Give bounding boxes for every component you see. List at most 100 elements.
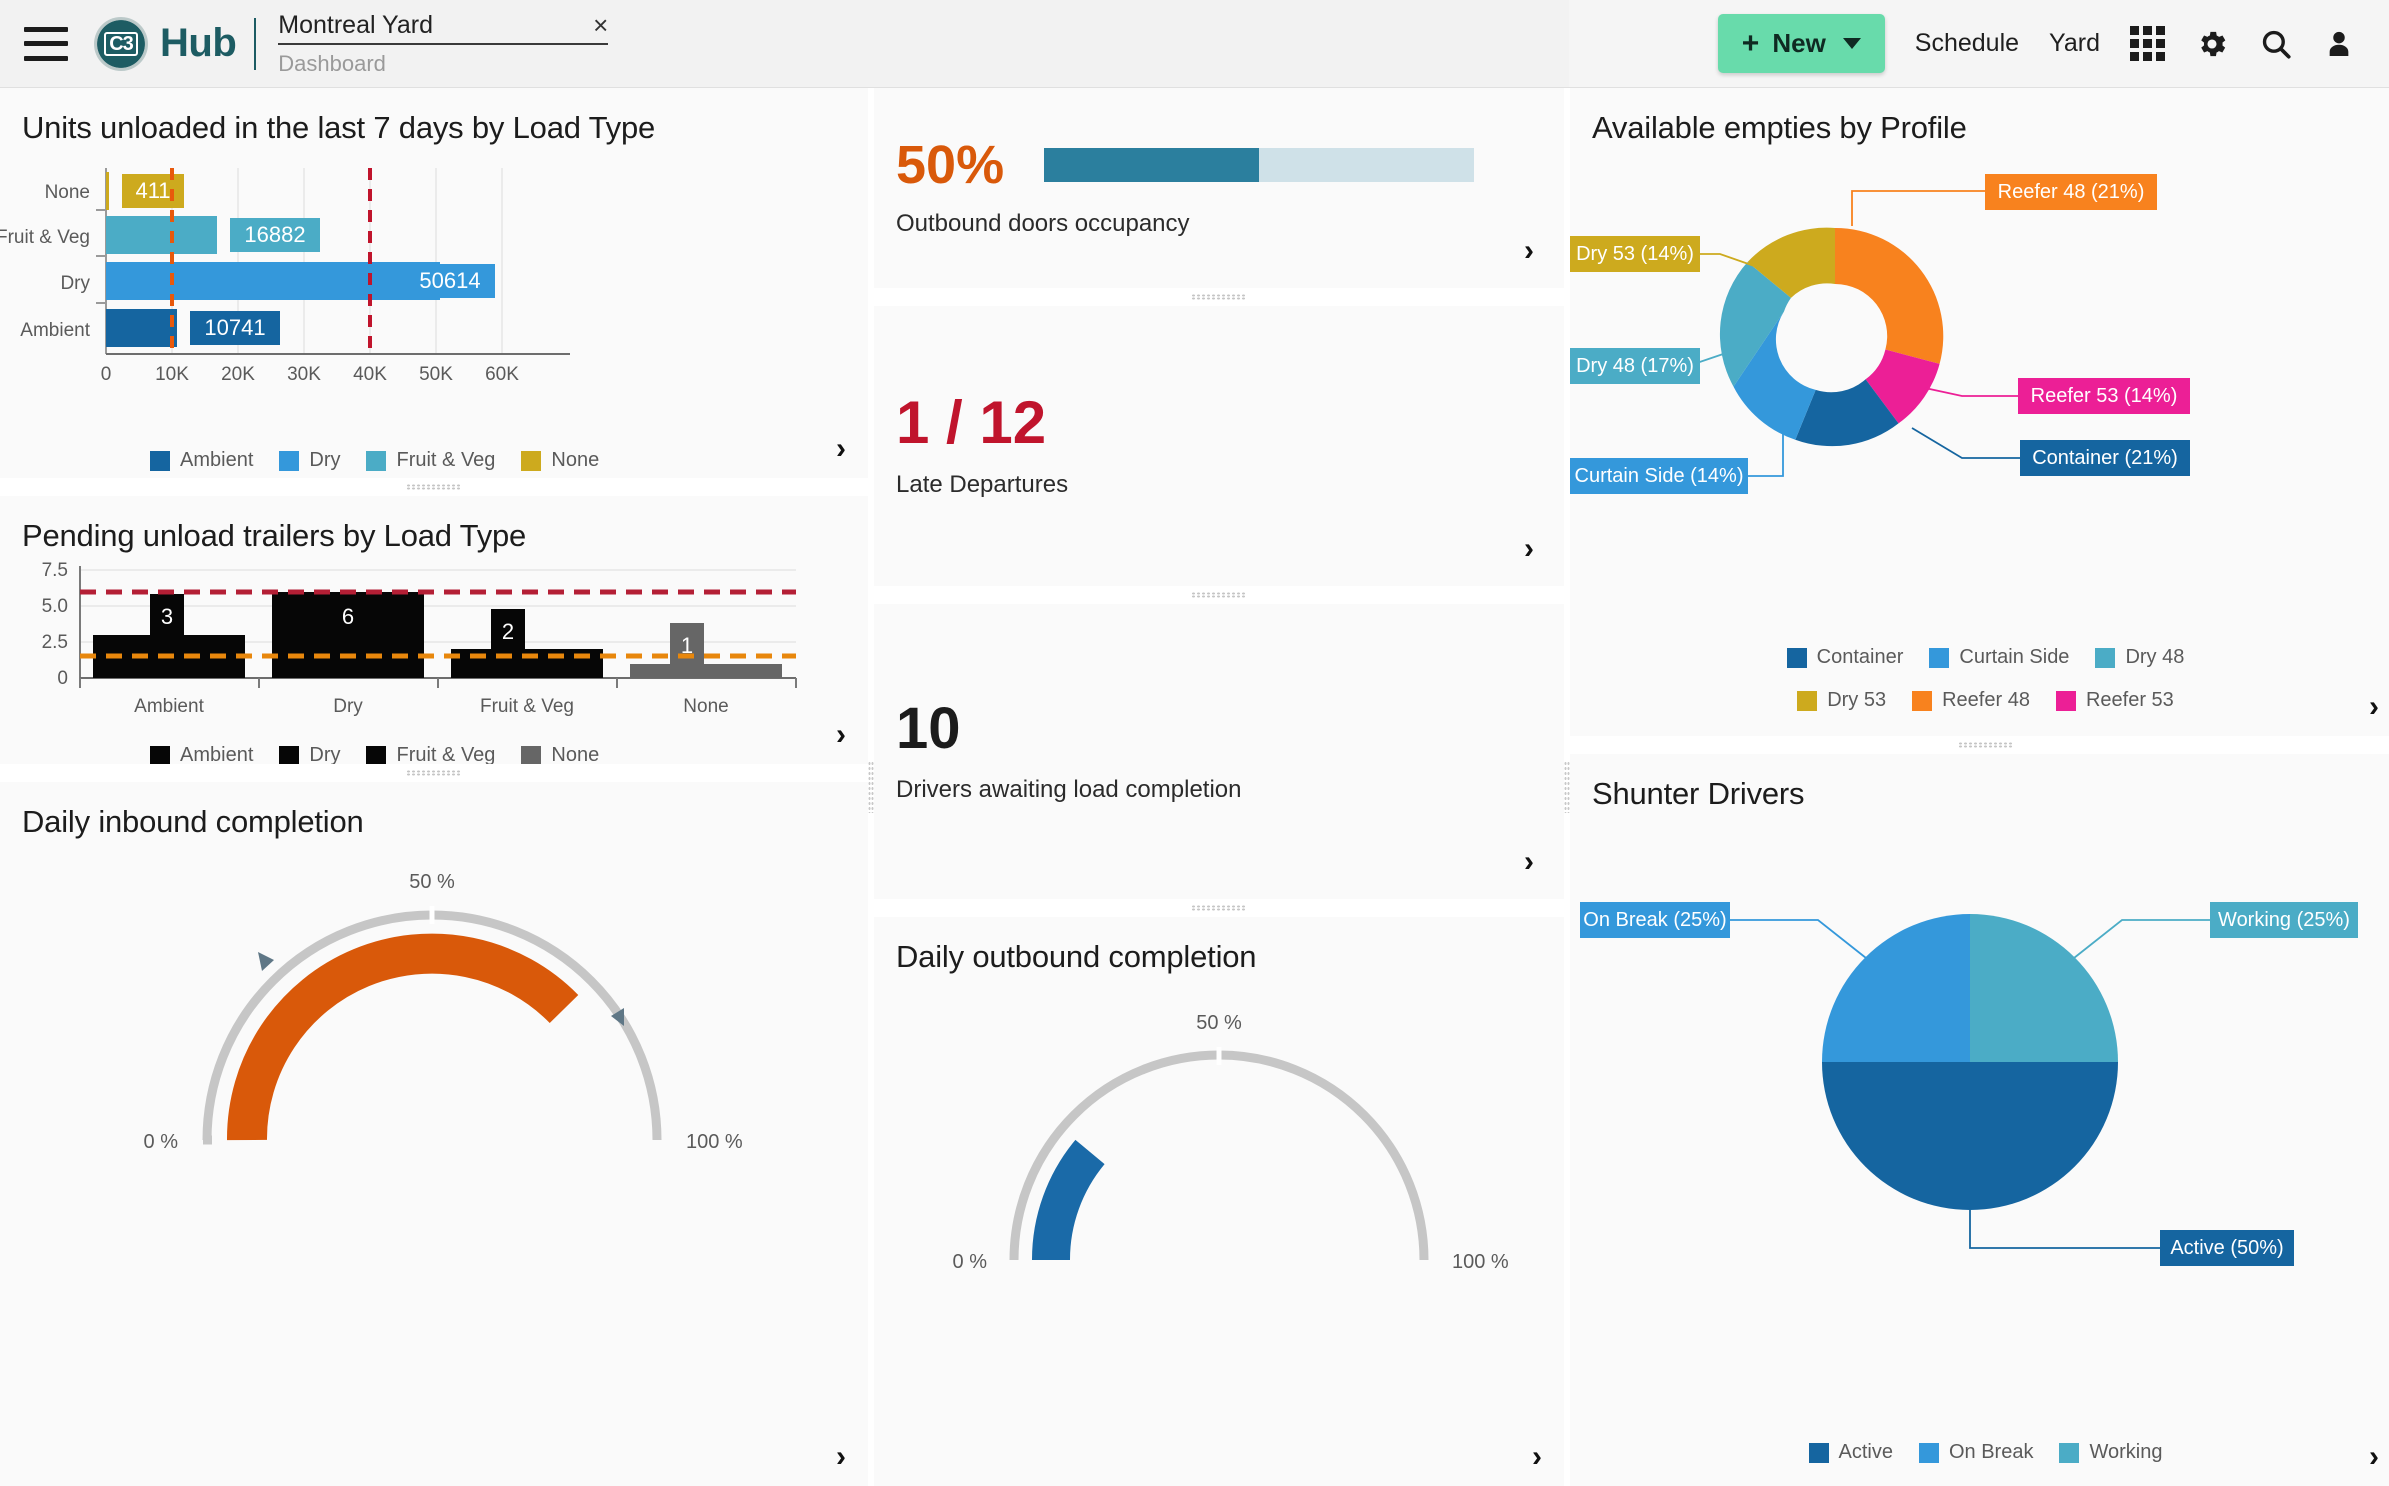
svg-text:10K: 10K (155, 364, 189, 385)
legend-item[interactable]: Curtain Side (1929, 646, 2069, 669)
legend-item[interactable]: Container (1786, 646, 1903, 669)
card-pending-unload[interactable]: Pending unload trailers by Load Type 3 6… (0, 496, 868, 764)
legend-item[interactable]: None (521, 744, 599, 764)
row-resize-handle[interactable] (0, 478, 868, 496)
legend-label: Working (2089, 1441, 2163, 1463)
daily-outbound-gauge: 50 % 0 % 100 % (874, 975, 1564, 1486)
svg-text:50 %: 50 % (1196, 1012, 1242, 1034)
legend-swatch (1797, 690, 1818, 711)
legend-item[interactable]: None (521, 449, 599, 472)
svg-text:40K: 40K (353, 364, 387, 385)
legend-item[interactable]: Dry 48 (2095, 646, 2184, 669)
svg-text:Dry: Dry (60, 273, 90, 294)
dashboard-column-left: Units unloaded in the last 7 days by Loa… (0, 88, 868, 1486)
card-expand-chevron-icon[interactable]: › (836, 720, 846, 750)
legend-label: Fruit & Veg (396, 744, 496, 764)
svg-text:Active (50%): Active (50%) (2170, 1237, 2283, 1259)
available-empties-donut: Reefer 48 (21%) Reefer 53 (14%) Containe… (1570, 146, 2389, 646)
legend-item[interactable]: Fruit & Veg (366, 449, 495, 472)
card-title: Available empties by Profile (1592, 110, 1967, 145)
legend-item[interactable]: On Break (1918, 1441, 2033, 1464)
legend-item[interactable]: Reefer 48 (1912, 689, 2030, 712)
nav-yard[interactable]: Yard (2049, 29, 2100, 58)
row-resize-handle[interactable] (1570, 736, 2389, 754)
card-expand-chevron-icon[interactable]: › (1524, 236, 1534, 266)
kpi-label: Late Departures (896, 471, 1069, 498)
row-resize-handle[interactable] (0, 764, 868, 782)
search-icon[interactable] (2259, 27, 2293, 61)
card-daily-outbound[interactable]: Daily outbound completion 50 % 0 % 100 %… (874, 917, 1564, 1486)
chevron-down-icon (1842, 38, 1861, 49)
legend-item[interactable]: Active (1808, 1441, 1893, 1464)
card-shunter-drivers[interactable]: Shunter Drivers On Break (25%) Working (… (1570, 754, 2389, 1486)
legend-item[interactable]: Dry (279, 744, 340, 764)
svg-text:6: 6 (342, 604, 354, 629)
card-expand-chevron-icon[interactable]: › (1524, 534, 1534, 564)
dashboard-grid: Units unloaded in the last 7 days by Loa… (0, 88, 2389, 1486)
legend-item[interactable]: Fruit & Veg (366, 744, 495, 764)
card-available-empties[interactable]: Available empties by Profile Reefer 48 (… (1570, 88, 2389, 736)
legend-swatch (2059, 1442, 2080, 1463)
legend-label: None (551, 744, 600, 764)
legend-label: Ambient (180, 449, 254, 471)
legend-item[interactable]: Dry 53 (1797, 689, 1886, 712)
card-expand-chevron-icon[interactable]: › (2369, 692, 2379, 722)
kpi-label: Outbound doors occupancy (896, 210, 1190, 237)
legend-label: Active (1838, 1441, 1893, 1463)
card-expand-chevron-icon[interactable]: › (836, 434, 846, 464)
card-expand-chevron-icon[interactable]: › (1532, 1442, 1542, 1472)
svg-text:None: None (45, 182, 90, 203)
card-drivers-awaiting[interactable]: 10 Drivers awaiting load completion › (874, 604, 1564, 899)
apps-grid-icon[interactable] (2130, 26, 2165, 61)
brand: C3 Hub (94, 16, 237, 71)
svg-text:7.5: 7.5 (42, 560, 68, 581)
row-resize-handle[interactable] (874, 288, 1564, 306)
svg-text:100 %: 100 % (686, 1131, 743, 1153)
kpi-value: 50% (896, 135, 1005, 195)
svg-text:0: 0 (57, 668, 68, 689)
row-resize-handle[interactable] (874, 899, 1564, 917)
card-expand-chevron-icon[interactable]: › (2369, 1442, 2379, 1472)
card-expand-chevron-icon[interactable]: › (1524, 847, 1534, 877)
legend-swatch (279, 745, 300, 764)
card-expand-chevron-icon[interactable]: › (836, 1442, 846, 1472)
brand-name: Hub (160, 21, 237, 65)
row-resize-handle[interactable] (874, 586, 1564, 604)
nav-schedule[interactable]: Schedule (1915, 29, 2019, 58)
menu-icon[interactable] (24, 26, 68, 61)
svg-text:0 %: 0 % (953, 1251, 988, 1273)
legend-swatch (1808, 1442, 1829, 1463)
legend-label: None (551, 449, 600, 471)
dashboard-column-right: Available empties by Profile Reefer 48 (… (1570, 88, 2389, 1486)
kpi-value: 1 / 12 (896, 389, 1047, 456)
legend-item[interactable]: Working (2059, 1441, 2162, 1464)
legend-item[interactable]: Ambient (150, 449, 253, 472)
close-icon[interactable]: × (563, 12, 608, 38)
legend-swatch (1786, 647, 1807, 668)
units-unloaded-chart: 411 16882 50614 10741 None Fruit & Veg D… (0, 146, 868, 449)
pending-unload-legend: Ambient Dry Fruit & Veg None (0, 744, 868, 764)
active-tab[interactable]: Montreal Yard × Dashboard (278, 11, 609, 77)
legend-item[interactable]: Ambient (150, 744, 253, 764)
svg-text:50K: 50K (419, 364, 453, 385)
svg-text:On Break (25%): On Break (25%) (1583, 909, 1726, 931)
svg-text:20K: 20K (221, 364, 255, 385)
new-button[interactable]: + New (1717, 14, 1885, 73)
legend-item[interactable]: Dry (279, 449, 340, 472)
card-title: Shunter Drivers (1592, 776, 1805, 811)
shunter-drivers-legend: Active On Break Working (1570, 1441, 2389, 1486)
svg-text:3: 3 (161, 604, 173, 629)
gear-icon[interactable] (2195, 27, 2229, 61)
occupancy-progress-fill (1044, 148, 1260, 182)
legend-item[interactable]: Reefer 53 (2055, 689, 2174, 712)
units-unloaded-legend: Ambient Dry Fruit & Veg None (0, 449, 868, 478)
svg-text:Curtain Side (14%): Curtain Side (14%) (1575, 465, 1744, 487)
card-late-departures[interactable]: 1 / 12 Late Departures › (874, 306, 1564, 586)
svg-text:Dry: Dry (333, 696, 363, 717)
logo-mark: C3 (104, 31, 138, 56)
card-units-unloaded[interactable]: Units unloaded in the last 7 days by Loa… (0, 88, 868, 478)
card-outbound-doors-occupancy[interactable]: 50% Outbound doors occupancy › (874, 88, 1564, 288)
card-title: Daily inbound completion (22, 804, 364, 839)
card-daily-inbound[interactable]: Daily inbound completion 50 % 0 % 100 % … (0, 782, 868, 1486)
user-icon[interactable] (2323, 28, 2355, 60)
